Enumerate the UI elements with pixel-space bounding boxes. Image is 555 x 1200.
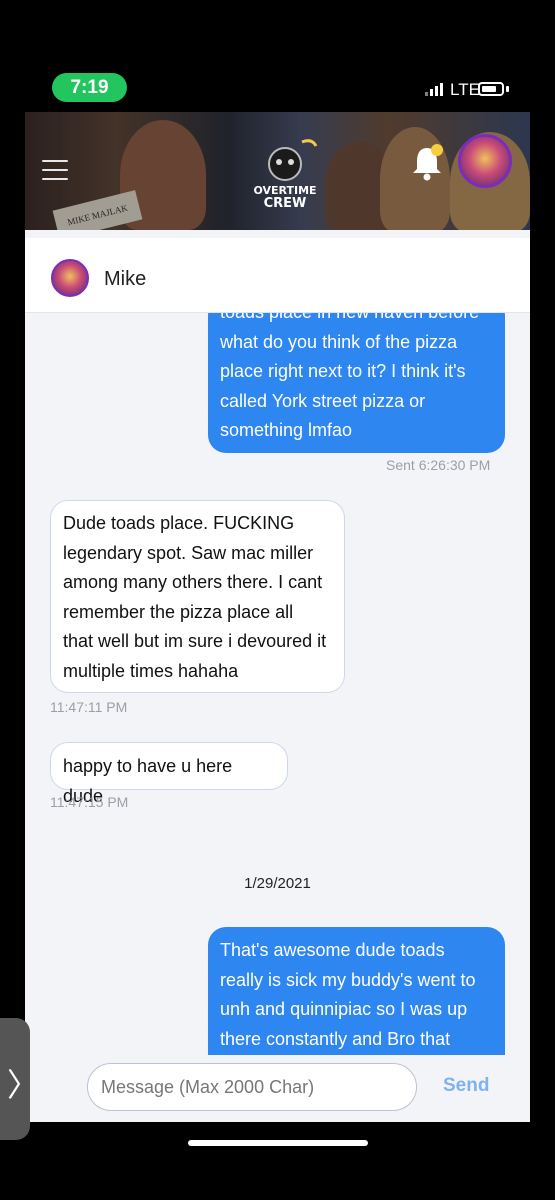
bell-icon[interactable] — [410, 142, 444, 182]
message-bubble-sent: toads place in new haven before what do … — [208, 313, 505, 453]
message-line: unh and quinnipiac so I was up — [220, 999, 468, 1019]
message-line: multiple times hahaha — [63, 660, 239, 681]
message-line: remember the pizza place all — [63, 601, 294, 622]
header-banner: MIKE MAJLAK OVERTIME CREW — [25, 112, 530, 230]
message-line: toads place in new haven before — [220, 313, 493, 328]
message-line: place right next to it? I think it's — [220, 361, 466, 381]
message-line: Dude toads place. FUCKING — [63, 513, 295, 533]
profile-avatar[interactable] — [458, 134, 512, 188]
message-line: That's awesome dude toads — [220, 940, 445, 960]
message-line: what do you think of the pizza — [220, 331, 458, 352]
message-timestamp: 11:47:11 PM — [50, 699, 128, 715]
message-timestamp: 11:47:15 PM — [50, 794, 129, 810]
status-bar: 7:19 LTE — [0, 0, 555, 110]
overtime-logo: OVERTIME CREW — [250, 134, 320, 214]
network-label: LTE — [450, 80, 480, 99]
signal-icon — [425, 82, 447, 96]
message-bubble-received: Dude toads place. FUCKING legendary spot… — [50, 500, 345, 693]
message-line: really is sick my buddy's went to — [220, 969, 476, 990]
date-divider: 1/29/2021 — [244, 875, 311, 892]
composer: Send — [25, 1055, 530, 1122]
logo-text-bottom: CREW — [264, 196, 307, 211]
home-indicator[interactable] — [188, 1140, 368, 1146]
side-drawer-tab[interactable]: 〉 — [0, 1018, 39, 1140]
contact-avatar[interactable] — [51, 259, 89, 297]
menu-icon[interactable] — [42, 160, 68, 180]
message-list: toads place in new haven before what do … — [25, 313, 530, 1055]
message-line: something lmfao — [220, 420, 353, 440]
message-line: legendary spot. Saw mac miller — [63, 542, 314, 563]
chat-header: Mike — [25, 238, 530, 313]
message-bubble-received: happy to have u here dude — [50, 742, 288, 806]
message-bubble-sent: That's awesome dude toads really is sick… — [208, 927, 505, 1055]
contact-name: Mike — [104, 268, 147, 290]
message-line: that well but im sure i devoured it — [63, 631, 327, 651]
message-line: there constantly and Bro that — [220, 1028, 451, 1049]
message-line: among many others there. I cant — [63, 572, 323, 592]
message-timestamp: Sent 6:26:30 PM — [386, 457, 491, 473]
send-button[interactable]: Send — [443, 1075, 489, 1097]
message-line: called York street pizza or — [220, 390, 426, 411]
battery-icon — [478, 82, 504, 96]
battery-tip — [506, 86, 509, 92]
status-time: 7:19 — [52, 73, 127, 102]
message-input[interactable] — [87, 1063, 417, 1111]
chevron-right-icon: 〉 — [7, 1067, 40, 1103]
app-screen: MIKE MAJLAK OVERTIME CREW Mike what do y… — [25, 112, 530, 1122]
